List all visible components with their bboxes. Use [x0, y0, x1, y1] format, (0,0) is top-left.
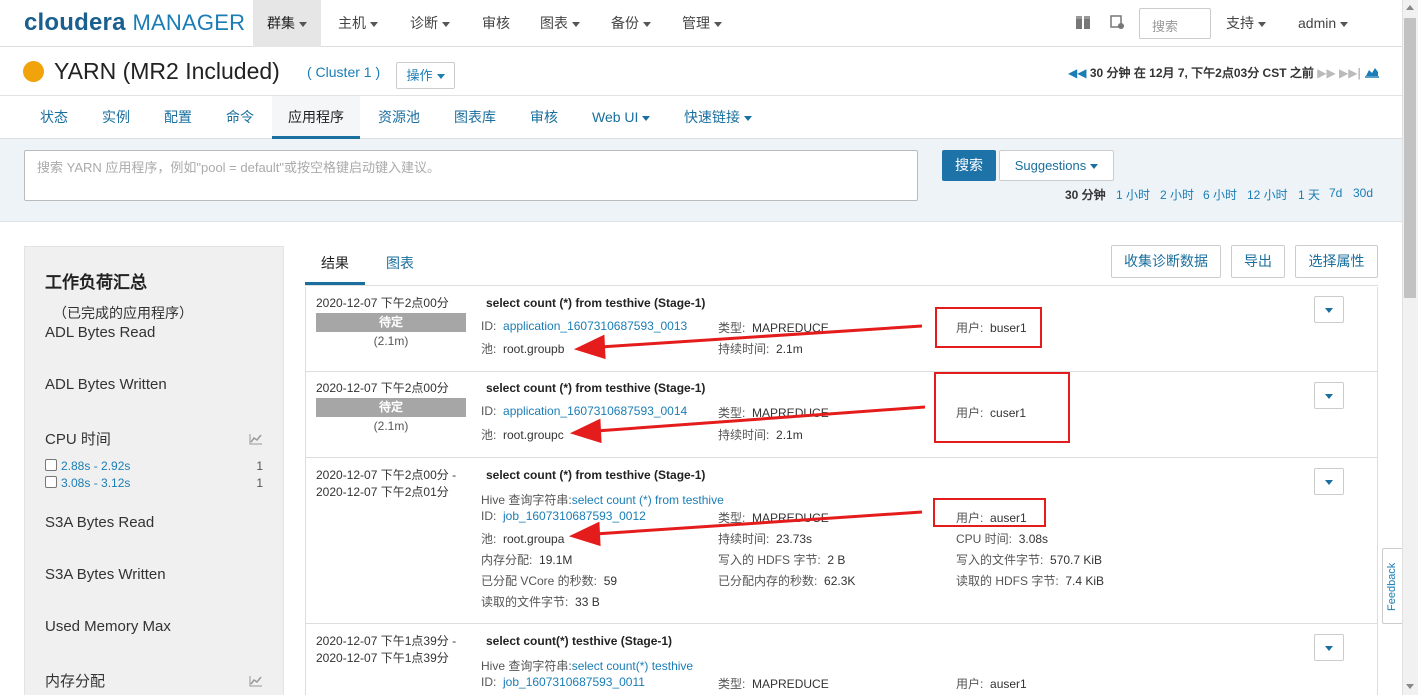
scroll-down-icon[interactable] — [1406, 684, 1414, 689]
annotation-arrows — [568, 324, 926, 547]
feedback-tab[interactable]: Feedback — [1382, 548, 1402, 624]
scrollbar-thumb[interactable] — [1404, 18, 1416, 298]
scroll-up-icon[interactable] — [1406, 5, 1414, 10]
